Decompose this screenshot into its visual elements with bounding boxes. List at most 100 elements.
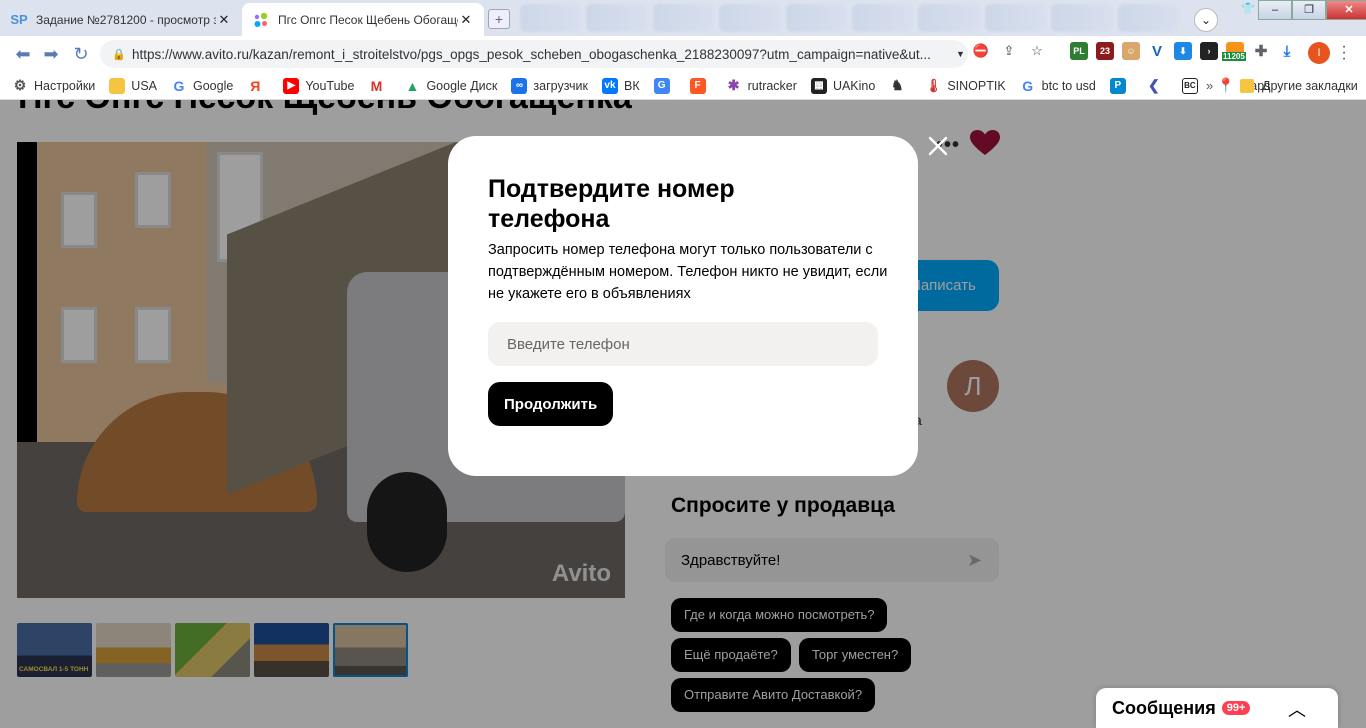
bookmark-translate[interactable]: G (653, 77, 676, 94)
bookmark-downloader[interactable]: ∞ загрузчик (511, 77, 588, 94)
new-tab-button[interactable]: + (488, 9, 510, 29)
messages-widget[interactable]: Сообщения 99+ ︿ (1096, 688, 1338, 728)
close-icon[interactable]: ✕ (458, 12, 474, 28)
tab-blurred[interactable] (586, 4, 649, 32)
downloads-icon[interactable]: ⤓ (1278, 42, 1296, 60)
tab-title: Пгс Опгс Песок Щебень Обогаще... (278, 12, 458, 27)
bookmark-label: Google (193, 78, 234, 93)
bookmark-google[interactable]: G Google (171, 77, 234, 94)
shirt-icon[interactable]: 👕 (1238, 0, 1258, 20)
bookmark-uakino[interactable]: ▦ UAKino (810, 77, 876, 94)
bookmark-label: USA (131, 78, 157, 93)
kebab-menu-icon[interactable]: · · · (1340, 39, 1348, 67)
google-icon: G (173, 77, 185, 94)
bookmark-f[interactable]: F (689, 77, 712, 94)
close-window-icon[interactable]: ✕ (1326, 0, 1366, 20)
avito-icon (252, 12, 270, 28)
window-controls: 👕 – ❐ ✕ (1238, 0, 1366, 20)
thermometer-icon: 🌡 (925, 77, 942, 93)
bookmark-yandex[interactable]: Я (247, 78, 269, 94)
bookmark-p[interactable]: P (1109, 77, 1132, 94)
chevron-up-icon[interactable]: ︿ (1288, 696, 1306, 722)
messages-label: Сообщения (1112, 697, 1216, 718)
tab-blurred[interactable] (652, 4, 716, 32)
puzzle-icon[interactable]: ✚ (1252, 42, 1270, 60)
close-icon[interactable] (926, 134, 950, 158)
bookmark-label: rutracker (747, 78, 797, 93)
bitcoin-extension-icon[interactable]: 11205 (1222, 42, 1246, 61)
bookmarks-more-icon[interactable]: » (1206, 78, 1213, 93)
bookmark-chess[interactable]: ♞ (889, 77, 911, 94)
omnibox-actions: ⛔ ⇪ ☆ (972, 42, 1046, 60)
tab-blurred[interactable] (984, 4, 1048, 32)
terminal-extension-icon[interactable]: › (1200, 42, 1218, 60)
bookmark-star-icon[interactable]: ☆ (1028, 42, 1046, 60)
tab-blurred[interactable] (1117, 4, 1181, 32)
back-icon[interactable]: ⬅ (12, 44, 34, 64)
bc-icon: BC (1181, 77, 1198, 94)
vk-icon: vk (601, 77, 618, 94)
reload-icon[interactable]: ↻ (70, 44, 92, 64)
tab-strip: SP Задание №2781200 - просмотр з... ✕ Пг… (0, 0, 1366, 36)
bookmark-sinoptik[interactable]: 🌡 SINOPTIK (925, 77, 1006, 94)
dropdown-icon[interactable]: ▼ (956, 49, 965, 59)
tab-avito[interactable]: Пгс Опгс Песок Щебень Обогаще... ✕ (242, 3, 484, 36)
maps-icon: 📍 (1217, 77, 1235, 93)
bitcoin-badge: 11205 (1222, 52, 1246, 61)
bookmark-arrow[interactable]: ❮ (1146, 77, 1168, 94)
modal-title: Подтвердите номер телефона (488, 175, 735, 233)
tab-search-icon[interactable]: ⌄ (1194, 8, 1218, 32)
counter-extension-icon[interactable]: 23 (1096, 42, 1114, 60)
google-icon: G (1022, 77, 1034, 94)
bookmark-vk[interactable]: vk ВК (601, 77, 640, 94)
tab-blurred[interactable] (852, 4, 915, 32)
close-icon[interactable]: ✕ (216, 12, 232, 28)
bookmark-gmail[interactable]: M (368, 78, 390, 94)
youtube-icon: ▶ (283, 77, 300, 94)
address-bar[interactable]: 🔒 https://www.avito.ru/kazan/remont_i_st… (100, 40, 968, 68)
maximize-icon[interactable]: ❐ (1292, 0, 1326, 20)
minimize-icon[interactable]: – (1258, 0, 1292, 20)
bookmark-bc[interactable]: BC (1181, 77, 1204, 94)
v-extension-icon[interactable]: V (1148, 42, 1166, 60)
globe-extension-icon[interactable]: PL (1070, 42, 1088, 60)
share-icon[interactable]: ⇪ (1000, 42, 1018, 60)
tab-blurred[interactable] (918, 4, 981, 32)
bookmark-btc-to-usd[interactable]: Gbtc to usd (1020, 78, 1096, 94)
face-extension-icon[interactable]: ☺ (1122, 42, 1140, 60)
film-icon: ▦ (810, 77, 827, 94)
download-extension-icon[interactable]: ⬇ (1174, 42, 1192, 60)
bookmark-google-drive[interactable]: ▲ Google Диск (404, 78, 498, 94)
star-icon: ✱ (727, 77, 740, 93)
tab-blurred[interactable] (785, 4, 849, 32)
f-icon: F (689, 77, 706, 94)
other-bookmarks-label: Другие закладки (1262, 79, 1358, 93)
translate-icon: G (653, 77, 670, 94)
phone-input[interactable] (488, 322, 878, 366)
folder-icon (1240, 79, 1254, 93)
sp-icon: SP (10, 12, 28, 27)
extensions: PL 23 ☺ V ⬇ › 11205 ✚ ⤓ (1070, 42, 1296, 61)
bookmark-youtube[interactable]: ▶ YouTube (283, 77, 354, 94)
lock-icon: 🔒 (112, 48, 126, 61)
messages-count-badge: 99+ (1221, 701, 1251, 715)
tab-blurred[interactable] (719, 4, 782, 32)
tab-task[interactable]: SP Задание №2781200 - просмотр з... ✕ (0, 3, 242, 36)
gear-icon: ⚙ (13, 77, 27, 93)
bookmark-label: загрузчик (533, 78, 588, 93)
yandex-icon: Я (250, 77, 261, 94)
bookmark-rutracker[interactable]: ✱ rutracker (726, 77, 797, 94)
tab-blurred[interactable] (520, 4, 583, 32)
other-bookmarks[interactable]: Другие закладки (1240, 72, 1358, 100)
continue-button[interactable]: Продолжить (488, 382, 614, 426)
bookmark-settings[interactable]: ⚙ Настройки (12, 77, 96, 94)
browser-toolbar: ⬅ ➡ ↻ 🔒 https://www.avito.ru/kazan/remon… (0, 36, 1366, 72)
bookmark-usa[interactable]: USA (109, 77, 157, 94)
forward-icon[interactable]: ➡ (40, 44, 62, 64)
p-icon: P (1109, 77, 1126, 94)
tab-blurred[interactable] (1051, 4, 1114, 32)
bookmark-label: UAKino (832, 78, 876, 93)
profile-avatar[interactable]: I (1308, 42, 1330, 64)
block-icon[interactable]: ⛔ (972, 42, 990, 60)
bookmark-label: Настройки (34, 78, 96, 93)
